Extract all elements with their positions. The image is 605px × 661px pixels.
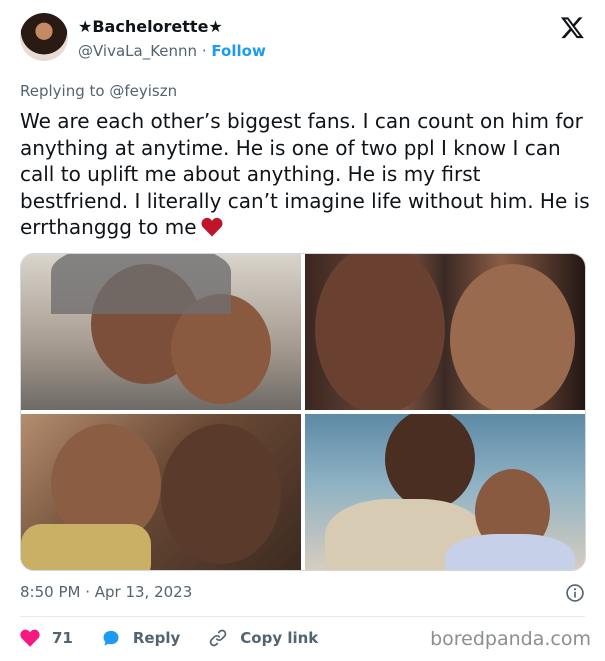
link-icon <box>209 629 227 647</box>
photo-grid <box>20 253 586 571</box>
author-handle[interactable]: @VivaLa_Kennn <box>78 42 197 60</box>
reply-bubble-icon <box>103 630 119 646</box>
heart-emoji-icon <box>201 217 223 237</box>
reply-label: Reply <box>132 629 181 647</box>
avatar[interactable] <box>20 13 68 61</box>
tweet-text: We are each other’s biggest fans. I can … <box>20 109 590 239</box>
photo-4[interactable] <box>305 414 585 570</box>
action-bar: 71 Reply Copy link <box>20 626 346 650</box>
author-display-name[interactable]: ★Bachelorette★ <box>78 17 223 36</box>
watermark: boredpanda.com <box>430 628 591 650</box>
copy-link-button[interactable]: Copy link <box>208 628 318 648</box>
handle-separator: · <box>201 42 207 60</box>
follow-button[interactable]: Follow <box>211 42 265 60</box>
photo-2[interactable] <box>305 254 585 410</box>
like-button[interactable]: 71 <box>20 628 73 648</box>
tweet-text-container: We are each other’s biggest fans. I can … <box>20 108 590 241</box>
timestamp[interactable]: 8:50 PM · Apr 13, 2023 <box>20 583 192 601</box>
x-logo-icon[interactable] <box>560 15 585 40</box>
divider <box>20 616 585 617</box>
photo-1[interactable] <box>21 254 301 410</box>
replying-to[interactable]: Replying to @feyiszn <box>20 82 177 100</box>
heart-icon <box>20 629 40 647</box>
copy-link-label: Copy link <box>240 629 319 647</box>
like-count: 71 <box>52 629 73 647</box>
author-handle-line: @VivaLa_Kennn · Follow <box>78 42 266 60</box>
photo-3[interactable] <box>21 414 301 570</box>
reply-button[interactable]: Reply <box>101 628 180 648</box>
tweet-card: ★Bachelorette★ @VivaLa_Kennn · Follow Re… <box>0 0 605 661</box>
info-icon[interactable] <box>565 583 585 603</box>
